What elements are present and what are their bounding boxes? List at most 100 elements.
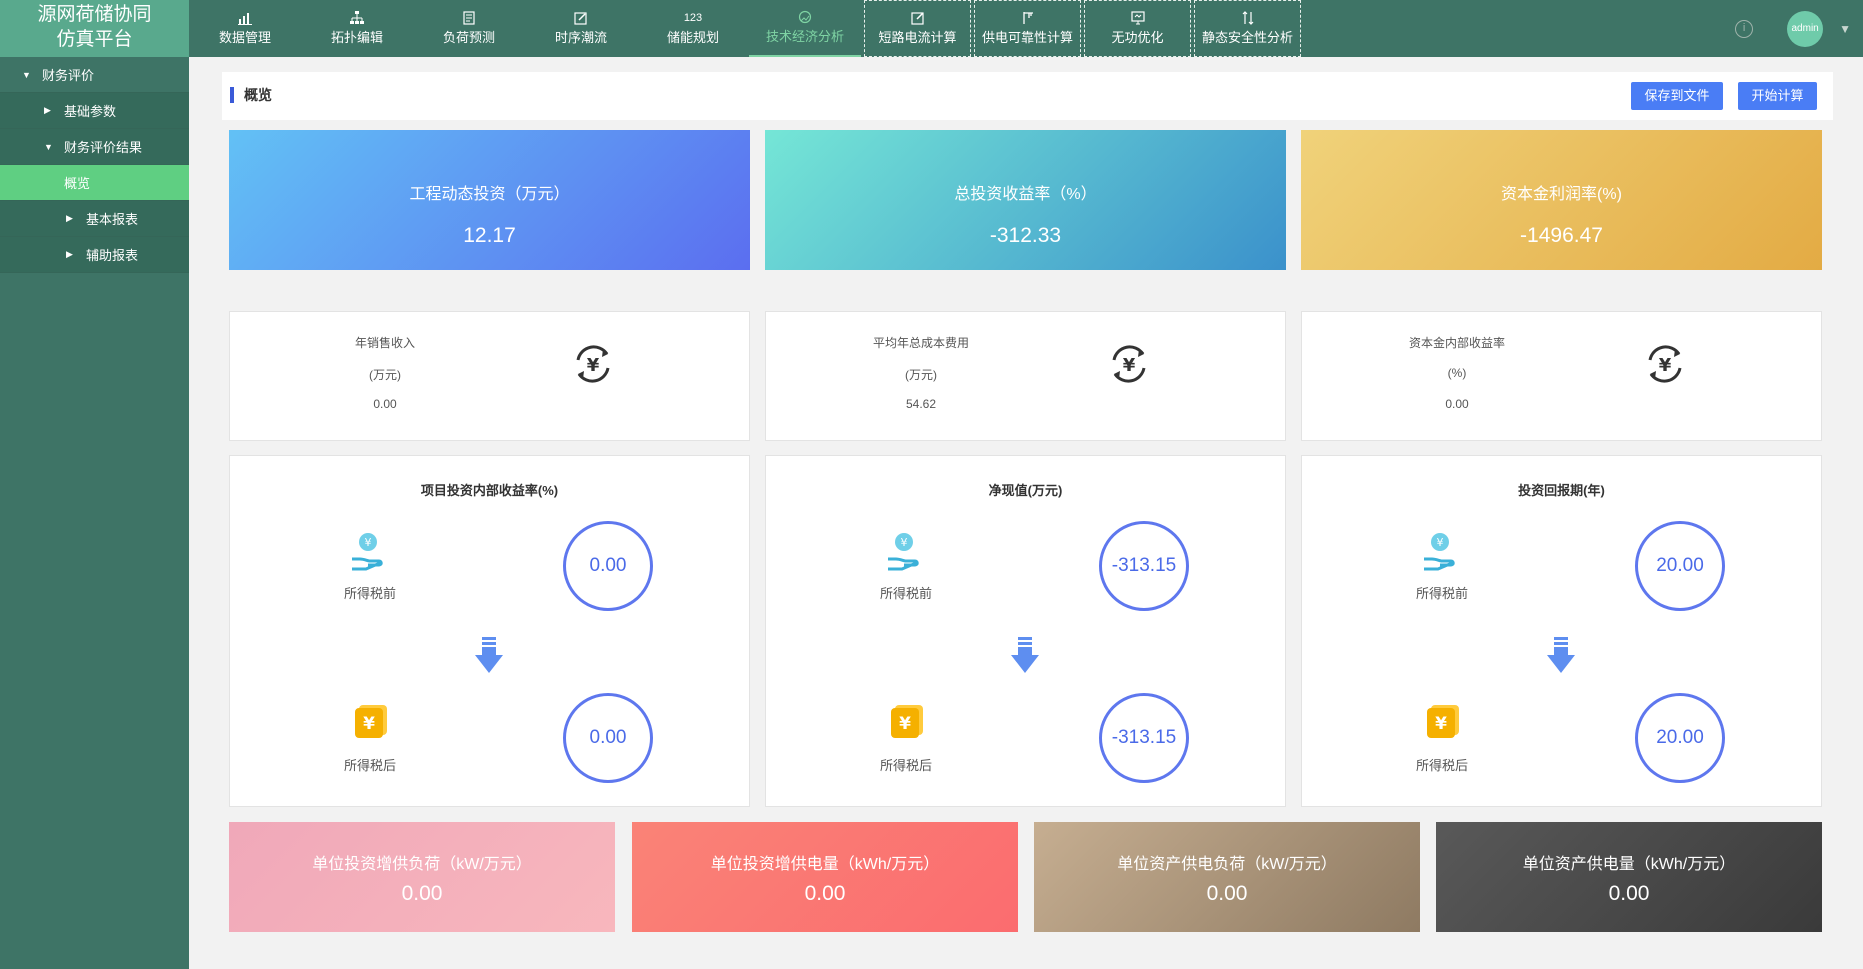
card-title: 资本金利润率(%) [1501, 186, 1622, 203]
card-title: 投资回报期(年) [1518, 483, 1605, 498]
nav-static-security[interactable]: 静态安全性分析 [1194, 0, 1301, 57]
before-tax-label: 所得税前 [879, 586, 932, 601]
card-value: 0.00 [1445, 397, 1469, 411]
nav-label: 无功优化 [1111, 30, 1164, 45]
card-value: -312.33 [989, 224, 1062, 247]
card-title: 净现值(万元) [988, 483, 1063, 498]
before-tax-value: -313.15 [1099, 521, 1189, 611]
card-unit: (%) [1447, 366, 1467, 380]
card-title: 单位投资增供负荷（kW/万元） [312, 856, 532, 873]
coin-hand-icon: ¥ [1424, 533, 1455, 571]
user-area: i admin ▼ [1735, 0, 1863, 57]
card-value: 0.00 [401, 882, 443, 905]
after-tax-label: 所得税后 [1415, 758, 1468, 773]
document-icon [461, 11, 477, 25]
total-return-rate-card: 总投资收益率（%） -312.33 [765, 130, 1286, 270]
app-logo: 源网荷储协同 仿真平台 [0, 0, 189, 57]
nav-supply-reliability[interactable]: 供电可靠性计算 [974, 0, 1081, 57]
yen-box-icon: ¥ [1427, 705, 1459, 738]
nav-label: 数据管理 [218, 30, 271, 45]
nav-storage-planning[interactable]: 123 储能规划 [637, 0, 749, 57]
sidebar-item-auxiliary-reports[interactable]: ▶ 辅助报表 [0, 237, 189, 273]
sidebar-item-basic-params[interactable]: ▶ 基础参数 [0, 93, 189, 129]
sidebar-item-label: 财务评价 [42, 68, 95, 83]
nav-label: 负荷预测 [442, 30, 495, 45]
nav-label: 静态安全性分析 [1201, 30, 1293, 45]
card-unit: (万元) [905, 368, 937, 382]
avg-annual-cost-card: 平均年总成本费用 (万元) 54.62 ¥ [765, 311, 1286, 441]
sidebar-item-overview[interactable]: 概览 [0, 165, 189, 201]
nav-label: 拓扑编辑 [330, 30, 383, 45]
monitor-icon [1130, 11, 1146, 25]
page-title: 概览 [230, 87, 272, 103]
card-label: 资本金内部收益率 [1408, 336, 1505, 350]
info-icon[interactable]: i [1735, 19, 1754, 38]
svg-text:¥: ¥ [365, 536, 372, 549]
after-tax-label: 所得税后 [343, 758, 396, 773]
caret-right-icon: ▶ [66, 249, 73, 259]
save-to-file-button[interactable]: 保存到文件 [1631, 82, 1723, 110]
card-value: 0.00 [1206, 882, 1248, 905]
card-label: 年销售收入 [354, 336, 415, 350]
app-title-line2: 仿真平台 [56, 29, 133, 50]
svg-text:¥: ¥ [363, 714, 375, 734]
caret-right-icon: ▶ [66, 213, 73, 223]
unit-asset-load-card: 单位资产供电负荷（kW/万元） 0.00 [1034, 822, 1420, 932]
yen-box-icon: ¥ [891, 705, 923, 738]
before-tax-label: 所得税前 [1415, 586, 1468, 601]
yen-cycle-icon: ¥ [1112, 345, 1146, 383]
payback-period-card: 投资回报期(年) ¥ 所得税前 20.00 ¥ 所得税后 20.00 [1301, 455, 1822, 807]
after-tax-label: 所得税后 [879, 758, 932, 773]
after-tax-value: 20.00 [1635, 693, 1725, 783]
caret-down-icon: ▼ [22, 69, 31, 80]
yen-cycle-icon: ¥ [576, 345, 610, 383]
unit-investment-energy-card: 单位投资增供电量（kWh/万元） 0.00 [632, 822, 1018, 932]
sidebar-item-label: 辅助报表 [86, 248, 139, 263]
card-value: -1496.47 [1520, 224, 1603, 247]
sidebar-item-label: 财务评价结果 [64, 140, 143, 155]
nav-tech-economic-analysis[interactable]: 技术经济分析 [749, 0, 861, 57]
nav-topology-edit[interactable]: 拓扑编辑 [301, 0, 413, 57]
card-value: 0.00 [1608, 882, 1650, 905]
nav-data-management[interactable]: 数据管理 [189, 0, 301, 57]
coin-hand-icon: ¥ [888, 533, 919, 571]
down-arrow-icon [1547, 637, 1575, 673]
svg-text:¥: ¥ [1437, 536, 1444, 549]
sidebar-item-label: 基本报表 [86, 212, 139, 227]
card-title: 工程动态投资（万元） [409, 186, 570, 203]
edit-box-icon [910, 11, 926, 25]
down-arrow-icon [475, 637, 503, 673]
nav-reactive-optimization[interactable]: 无功优化 [1084, 0, 1191, 57]
svg-text:¥: ¥ [899, 714, 911, 734]
top-bar: 源网荷储协同 仿真平台 数据管理 拓扑编辑 负荷预测 时序潮流 123 储能规划… [0, 0, 1863, 57]
nav-label: 供电可靠性计算 [981, 30, 1073, 45]
yen-cycle-icon: ¥ [1648, 345, 1682, 383]
card-title: 总投资收益率（%） [954, 186, 1097, 203]
svg-text:¥: ¥ [901, 536, 908, 549]
svg-text:¥: ¥ [1123, 355, 1136, 376]
content-header: 概览 保存到文件 开始计算 [222, 72, 1833, 120]
yen-box-icon: ¥ [355, 705, 387, 738]
nav-short-circuit[interactable]: 短路电流计算 [864, 0, 971, 57]
nav-label: 短路电流计算 [878, 30, 957, 45]
nav-label: 技术经济分析 [765, 29, 844, 44]
sidebar: ▼ 财务评价 ▶ 基础参数 ▼ 财务评价结果 概览 ▶ 基本报表 ▶ 辅助报表 [0, 57, 189, 969]
svg-text:¥: ¥ [1435, 714, 1447, 734]
nav-time-series-flow[interactable]: 时序潮流 [525, 0, 637, 57]
start-calculation-button[interactable]: 开始计算 [1738, 82, 1817, 110]
sidebar-item-evaluation-results[interactable]: ▼ 财务评价结果 [0, 129, 189, 165]
bar-chart-icon [237, 11, 253, 25]
before-tax-label: 所得税前 [343, 586, 396, 601]
nav-load-forecast[interactable]: 负荷预测 [413, 0, 525, 57]
app-title-line1: 源网荷储协同 [37, 4, 152, 25]
card-title: 单位资产供电负荷（kW/万元） [1117, 856, 1337, 873]
sidebar-item-financial-evaluation[interactable]: ▼ 财务评价 [0, 57, 189, 93]
after-tax-value: 0.00 [563, 693, 653, 783]
sidebar-item-basic-reports[interactable]: ▶ 基本报表 [0, 201, 189, 237]
caret-right-icon: ▶ [44, 105, 51, 115]
avatar[interactable]: admin [1787, 10, 1824, 47]
chevron-down-icon[interactable]: ▼ [1839, 22, 1851, 36]
topology-icon [349, 11, 365, 25]
svg-text:¥: ¥ [1659, 355, 1672, 376]
card-title: 项目投资内部收益率(%) [420, 483, 559, 498]
